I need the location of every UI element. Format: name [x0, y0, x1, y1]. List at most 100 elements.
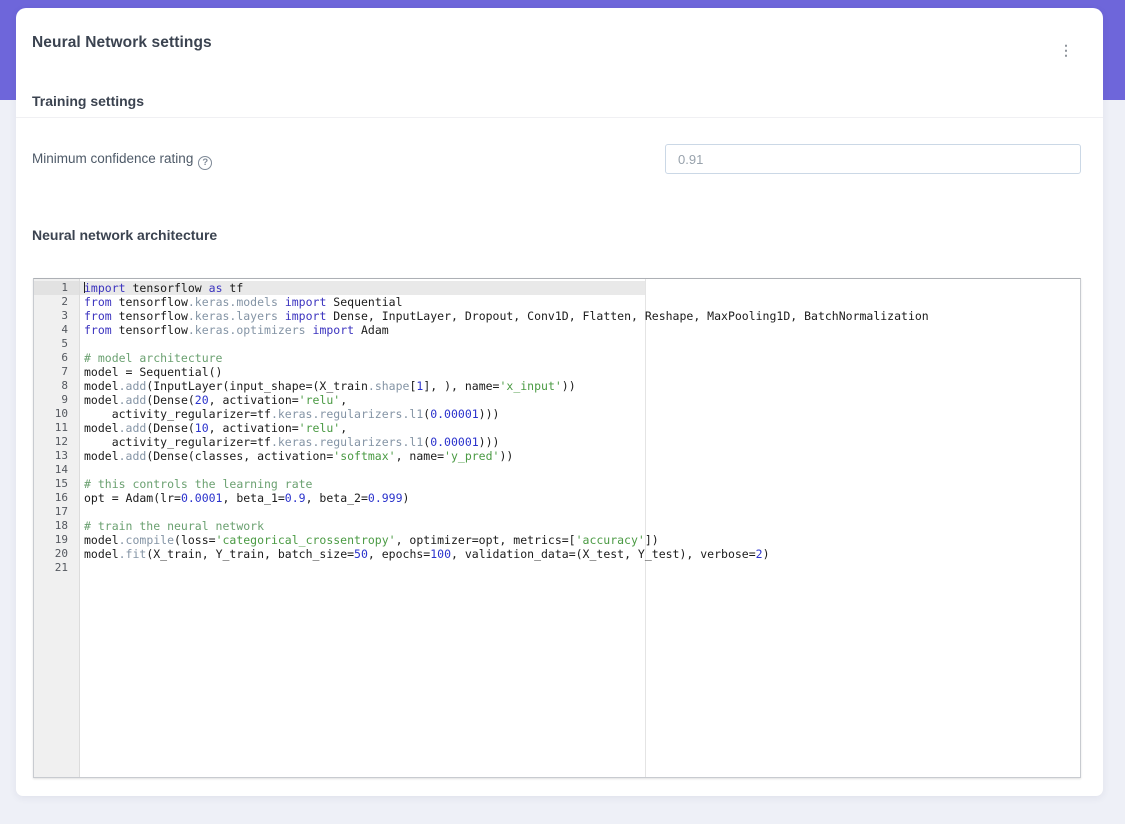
code-token: .add	[118, 449, 147, 463]
code-token: .keras.optimizers	[187, 323, 306, 337]
code-line[interactable]: model = Sequential()	[80, 365, 1080, 379]
code-token: ))	[561, 379, 576, 393]
code-line[interactable]: # model architecture	[80, 351, 1080, 365]
code-token: model	[84, 533, 119, 547]
code-token: .shape	[367, 379, 410, 393]
line-number: 1	[34, 281, 79, 295]
code-token: .add	[118, 379, 147, 393]
code-token: (X_train, Y_train, batch_size=	[146, 547, 355, 561]
code-line[interactable]: opt = Adam(lr=0.0001, beta_1=0.9, beta_2…	[80, 491, 1080, 505]
code-token: 0.999	[367, 491, 403, 505]
code-token: opt = Adam(lr=	[84, 491, 181, 505]
code-token: 'relu'	[298, 393, 341, 407]
line-number: 2	[61, 295, 68, 308]
code-token: # this controls the learning rate	[84, 477, 313, 491]
code-token: model	[84, 379, 119, 393]
kebab-menu-icon[interactable]: ⋮	[1057, 41, 1075, 61]
code-line[interactable]: activity_regularizer=tf.keras.regularize…	[80, 407, 1080, 421]
code-token: tensorflow	[111, 309, 188, 323]
code-line[interactable]	[80, 505, 1080, 519]
code-line[interactable]: model.compile(loss='categorical_crossent…	[80, 533, 1080, 547]
code-token: , beta_2=	[305, 491, 368, 505]
code-token: , optimizer=opt, metrics=[	[395, 533, 576, 547]
code-token: (Dense(classes, activation=	[146, 449, 334, 463]
code-line[interactable]: from tensorflow.keras.models import Sequ…	[80, 295, 1080, 309]
code-token: .compile	[118, 533, 175, 547]
code-token: tensorflow	[111, 295, 188, 309]
code-token: 0.00001	[430, 435, 479, 449]
code-token: 'relu'	[298, 421, 341, 435]
code-line[interactable]: model.fit(X_train, Y_train, batch_size=5…	[80, 547, 1080, 561]
code-line[interactable]: model.add(Dense(20, activation='relu',	[80, 393, 1080, 407]
code-line[interactable]: model.add(Dense(classes, activation='sof…	[80, 449, 1080, 463]
line-number: 7	[61, 365, 68, 378]
code-token: , beta_1=	[222, 491, 285, 505]
code-token: model	[84, 449, 119, 463]
code-line[interactable]: import tensorflow as tf	[80, 281, 1080, 295]
line-number: 19	[54, 533, 68, 546]
line-number: 8	[61, 379, 68, 392]
line-number: 20	[54, 547, 68, 560]
code-token: 20	[194, 393, 209, 407]
page-title: Neural Network settings	[32, 34, 212, 51]
code-token: Dense, InputLayer, Dropout, Conv1D, Flat…	[326, 309, 929, 323]
code-token: tensorflow	[125, 281, 209, 295]
code-token: , epochs=	[367, 547, 431, 561]
code-token: 'accuracy'	[575, 533, 645, 547]
code-line[interactable]: model.add(Dense(10, activation='relu',	[80, 421, 1080, 435]
code-token: .add	[118, 421, 147, 435]
editor-gutter: 1 2 3 4 5 6 7 8 9 10 11 12 13 14 15 16 17 18 19 20 21	[34, 279, 80, 777]
line-number: 18	[54, 519, 68, 532]
code-line[interactable]: from tensorflow.keras.optimizers import …	[80, 323, 1080, 337]
code-token: Sequential	[326, 295, 403, 309]
code-token: (Dense(	[146, 421, 195, 435]
code-token: # model architecture	[84, 351, 223, 365]
code-token: , validation_data=(X_test, Y_test), verb…	[451, 547, 756, 561]
line-number: 14	[54, 463, 68, 476]
code-token: 'categorical_crossentropy'	[215, 533, 396, 547]
code-token: activity_regularizer=tf	[84, 407, 271, 421]
code-token: from	[84, 309, 112, 323]
section-divider	[16, 117, 1103, 118]
code-line[interactable]: from tensorflow.keras.layers import Dens…	[80, 309, 1080, 323]
code-line[interactable]	[80, 463, 1080, 477]
code-token: activity_regularizer=tf	[84, 435, 271, 449]
editor-code[interactable]: import tensorflow as tf from tensorflow.k…	[80, 279, 1080, 777]
line-number: 17	[54, 505, 68, 518]
code-editor[interactable]: 1 2 3 4 5 6 7 8 9 10 11 12 13 14 15 16 17 18 19 20 21 import…	[33, 278, 1081, 778]
code-line[interactable]: activity_regularizer=tf.keras.regularize…	[80, 435, 1080, 449]
line-number: 13	[54, 449, 68, 462]
help-icon[interactable]: ?	[198, 156, 213, 170]
confidence-input[interactable]	[665, 144, 1081, 174]
code-token: 2	[755, 547, 763, 561]
code-token: 'softmax'	[333, 449, 396, 463]
code-line[interactable]: # train the neural network	[80, 519, 1080, 533]
code-token: model	[84, 393, 119, 407]
training-settings-heading: Training settings	[32, 93, 145, 109]
settings-card: Neural Network settings ⋮ Training setti…	[16, 8, 1103, 796]
line-number: 10	[54, 407, 68, 420]
code-token: model	[84, 421, 119, 435]
code-line[interactable]	[80, 337, 1080, 351]
code-line[interactable]	[80, 561, 1080, 575]
code-token: tensorflow	[111, 323, 188, 337]
text-cursor	[84, 282, 85, 293]
code-line[interactable]: # this controls the learning rate	[80, 477, 1080, 491]
line-number: 11	[54, 421, 68, 434]
code-token: (InputLayer(input_shape=(X_train	[146, 379, 368, 393]
line-number: 4	[61, 323, 68, 336]
code-token: (loss=	[174, 533, 216, 547]
code-token: 100	[430, 547, 451, 561]
architecture-heading: Neural network architecture	[32, 227, 218, 243]
code-token: # train the neural network	[84, 519, 265, 533]
code-token: 10	[194, 421, 209, 435]
code-token: ])	[644, 533, 659, 547]
code-token: Adam	[354, 323, 389, 337]
line-number: 16	[54, 491, 68, 504]
line-number: 3	[61, 309, 68, 322]
code-token: ,	[340, 393, 348, 407]
code-line[interactable]: model.add(InputLayer(input_shape=(X_trai…	[80, 379, 1080, 393]
